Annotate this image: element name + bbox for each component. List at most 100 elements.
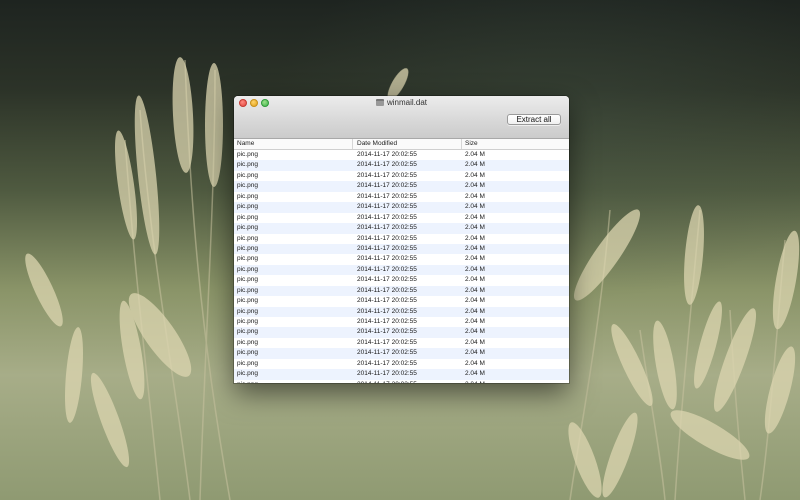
cell-name: pic.png [237, 297, 258, 305]
cell-name: pic.png [237, 171, 258, 179]
table-header: Name Date Modified Size [234, 139, 569, 150]
cell-date-modified: 2014-11-17 20:02:55 [357, 265, 417, 273]
table-row[interactable]: pic.png 2014-11-17 20:02:55 2.04 M [234, 285, 569, 297]
table-row[interactable]: pic.png 2014-11-17 20:02:55 2.04 M [234, 327, 569, 338]
cell-size: 2.04 M [465, 307, 485, 315]
cell-date-modified: 2014-11-17 20:02:55 [357, 297, 417, 305]
extract-all-button[interactable]: Extract all [507, 114, 561, 125]
cell-name: pic.png [237, 338, 258, 346]
cell-size: 2.04 M [465, 151, 485, 158]
cell-name: pic.png [237, 244, 258, 252]
cell-size: 2.04 M [465, 171, 485, 179]
cell-name: pic.png [237, 307, 258, 315]
cell-date-modified: 2014-11-17 20:02:55 [357, 255, 417, 263]
cell-name: pic.png [234, 380, 353, 383]
table-row[interactable]: pic.png 2014-11-17 20:02:55 2.04 M [234, 191, 569, 203]
cell-name: pic.png [237, 182, 258, 190]
cell-date-modified: 2014-11-17 20:02:55 [357, 213, 417, 221]
cell-name: pic.png [237, 192, 258, 200]
table-row[interactable]: pic.png2014-11-17 20:02:552.04 M [234, 150, 569, 161]
table-row[interactable]: pic.png 2014-11-17 20:02:55 2.04 M [234, 170, 569, 182]
cell-name: pic.png [237, 318, 258, 325]
table-row[interactable]: pic.png 2014-11-17 20:02:55 2.04 M [234, 264, 569, 276]
cell-date-modified: 2014-11-17 20:02:55 [357, 161, 417, 169]
file-list: pic.png 2014-11-17 20:02:55 2.04 M pic.png 2… [234, 150, 569, 383]
cell-size: 2.04 M [465, 182, 485, 190]
cell-size: 2.04 M [465, 338, 485, 346]
table-row[interactable]: pic.png 2014-11-17 20:02:55 2.04 M [234, 243, 569, 255]
cell-name: pic.png [237, 224, 258, 232]
cell-date-modified: 2014-11-17 20:02:55 [357, 286, 417, 294]
cell-name: pic.png [237, 151, 258, 158]
cell-size: 2.04 M [465, 234, 485, 242]
cell-size: 2.04 M [465, 192, 485, 200]
title-bar[interactable]: winmail.dat Extract all [234, 96, 569, 139]
cell-date-modified: 2014-11-17 20:02:55 [357, 328, 417, 336]
cell-name: pic.png [237, 161, 258, 169]
cell-size: 2.04 M [465, 318, 485, 325]
table-row[interactable]: pic.png 2014-11-17 20:02:55 2.04 M [234, 296, 569, 307]
cell-date-modified: 2014-11-17 20:02:55 [357, 234, 417, 242]
cell-date-modified: 2014-11-17 20:02:55 [357, 338, 417, 346]
cell-date-modified: 2014-11-17 20:02:55 [357, 203, 417, 211]
cell-size: 2.04 M [465, 265, 485, 273]
cell-size: 2.04 M [465, 213, 485, 221]
cell-name: pic.png [237, 349, 258, 357]
column-header-name[interactable]: Name [234, 139, 353, 149]
table-row[interactable]: pic.png 2014-11-17 20:02:55 2.04 M [234, 369, 569, 380]
cell-date-modified: 2014-11-17 20:02:55 [357, 318, 417, 325]
cell-name: pic.png [237, 276, 258, 284]
table-row[interactable]: pic.png2014-11-17 20:02:552.04 M [234, 379, 569, 383]
cell-name: pic.png [237, 328, 258, 336]
cell-date-modified: 2014-11-17 20:02:55 [357, 192, 417, 200]
cell-name: pic.png [237, 234, 258, 242]
archive-window: winmail.dat Extract all Name Date Modifi… [234, 96, 569, 383]
cell-size: 2.04 M [465, 255, 485, 263]
cell-size: 2.04 M [465, 359, 485, 367]
cell-name: pic.png [237, 265, 258, 273]
cell-size: 2.04 M [465, 244, 485, 252]
cell-name: pic.png [237, 255, 258, 263]
table-row[interactable]: pic.png 2014-11-17 20:02:55 2.04 M [234, 348, 569, 359]
window-title: winmail.dat [234, 97, 569, 109]
table-row[interactable]: pic.png 2014-11-17 20:02:55 2.04 M [234, 223, 569, 234]
document-icon [375, 99, 384, 106]
cell-size: 2.04 M [465, 370, 485, 378]
cell-size: 2.04 M [465, 161, 485, 169]
table-row[interactable]: pic.png 2014-11-17 20:02:55 2.04 M [234, 181, 569, 192]
cell-date-modified: 2014-11-17 20:02:55 [357, 244, 417, 252]
table-row[interactable]: pic.png 2014-11-17 20:02:55 2.04 M [234, 358, 569, 370]
cell-size: 2.04 M [465, 297, 485, 305]
cell-name: pic.png [237, 286, 258, 294]
cell-name: pic.png [237, 370, 258, 378]
cell-date-modified: 2014-11-17 20:02:55 [357, 349, 417, 357]
table-row[interactable]: pic.png 2014-11-17 20:02:55 2.04 M [234, 317, 569, 328]
table-row[interactable]: pic.png 2014-11-17 20:02:55 2.04 M [234, 254, 569, 265]
cell-size: 2.04 M [462, 380, 569, 383]
cell-size: 2.04 M [465, 203, 485, 211]
cell-date-modified: 2014-11-17 20:02:55 [357, 171, 417, 179]
column-header-date-modified[interactable]: Date Modified [353, 139, 462, 149]
column-header-size[interactable]: Size [462, 139, 569, 149]
cell-name: pic.png [237, 359, 258, 367]
cell-date-modified: 2014-11-17 20:02:55 [357, 307, 417, 315]
cell-size: 2.04 M [465, 276, 485, 284]
table-row[interactable]: pic.png 2014-11-17 20:02:55 2.04 M [234, 306, 569, 317]
cell-size: 2.04 M [465, 328, 485, 336]
table-row[interactable]: pic.png 2014-11-17 20:02:55 2.04 M [234, 275, 569, 286]
cell-date-modified: 2014-11-17 20:02:55 [357, 276, 417, 284]
table-row[interactable]: pic.png 2014-11-17 20:02:55 2.04 M [234, 160, 569, 171]
table-row[interactable]: pic.png 2014-11-17 20:02:55 2.04 M [234, 202, 569, 213]
cell-date-modified: 2014-11-17 20:02:55 [357, 224, 417, 232]
cell-date-modified: 2014-11-17 20:02:55 [357, 182, 417, 190]
cell-date-modified: 2014-11-17 20:02:55 [357, 370, 417, 378]
table-row[interactable]: pic.png 2014-11-17 20:02:55 2.04 M [234, 337, 569, 349]
cell-size: 2.04 M [465, 224, 485, 232]
table-row[interactable]: pic.png 2014-11-17 20:02:55 2.04 M [234, 233, 569, 244]
cell-size: 2.04 M [465, 349, 485, 357]
window-title-text: winmail.dat [386, 98, 427, 107]
cell-date-modified: 2014-11-17 20:02:55 [357, 359, 417, 367]
cell-size: 2.04 M [465, 286, 485, 294]
cell-name: pic.png [237, 203, 258, 211]
table-row[interactable]: pic.png2014-11-17 20:02:552.04 M [234, 212, 569, 224]
